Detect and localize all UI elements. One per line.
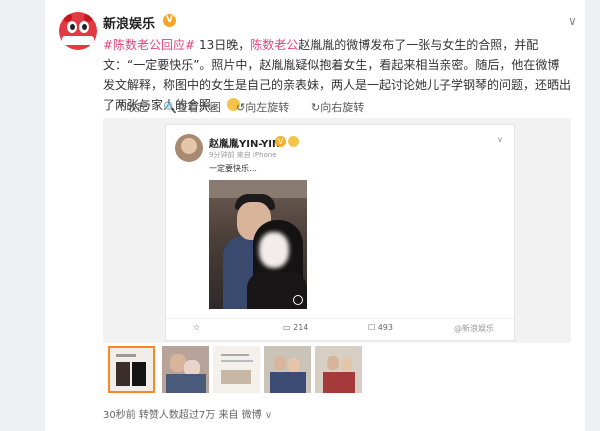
couple-photo: [209, 180, 307, 309]
view-large-button[interactable]: 🔍查看大图: [163, 99, 221, 115]
thumbnail-2[interactable]: [162, 346, 209, 393]
repost-summary[interactable]: 转赞人数超过7万: [139, 410, 215, 421]
like-count: ☐ 493: [368, 323, 393, 332]
footer-chevron-down-icon[interactable]: ∨: [265, 410, 272, 421]
post-time: 30秒前: [103, 410, 136, 421]
zoom-icon: [293, 295, 303, 305]
thumbnail-1[interactable]: [108, 346, 155, 393]
logo-eye-left: [67, 21, 77, 33]
author-name[interactable]: 新浪娱乐: [103, 13, 155, 32]
logo-wordmark: [62, 36, 94, 45]
star-icon: ☆: [193, 323, 201, 332]
author-avatar[interactable]: [59, 12, 97, 50]
embedded-author-avatar: [175, 134, 203, 162]
post-source: 来自 微博: [218, 410, 262, 421]
post-menu-chevron-down-icon[interactable]: ∨: [568, 14, 577, 28]
embedded-post-content: 一定要快乐…: [209, 164, 257, 173]
keyword-link[interactable]: 陈数老公: [250, 38, 298, 52]
rotate-left-button[interactable]: ↺向左旋转: [236, 99, 289, 115]
watermark-text: @新浪娱乐: [454, 324, 494, 333]
embedded-action-bar: ☆ ▭ 214 ☐ 493 @新浪娱乐: [166, 318, 514, 336]
image-toolbar: ↑收起 🔍查看大图 ↺向左旋转 ↻向右旋转: [103, 99, 571, 116]
logo-eye-right: [79, 21, 89, 33]
post-footer: 30秒前 转赞人数超过7万 来自 微博 ∨: [103, 406, 272, 421]
thumbnail-5[interactable]: [315, 346, 362, 393]
comment-count: ▭ 214: [283, 323, 309, 332]
collapse-button[interactable]: ↑收起: [117, 99, 148, 115]
embedded-post-meta: 9分钟前 来自 iPhone: [209, 151, 277, 159]
topic-tag[interactable]: #陈数老公回应#: [103, 38, 195, 52]
rotate-right-button[interactable]: ↻向右旋转: [311, 99, 364, 115]
embedded-chevron-down-icon: ∨: [497, 135, 503, 144]
vip-badge-icon: V: [275, 136, 286, 147]
emoji-icon: [288, 136, 299, 147]
thumbnail-4[interactable]: [264, 346, 311, 393]
embedded-author-name: 赵胤胤YIN-YIN: [209, 139, 281, 150]
verified-badge-icon: V: [163, 14, 176, 27]
post-text-part: 13日晚，: [195, 38, 251, 52]
thumbnail-3[interactable]: [213, 346, 260, 393]
